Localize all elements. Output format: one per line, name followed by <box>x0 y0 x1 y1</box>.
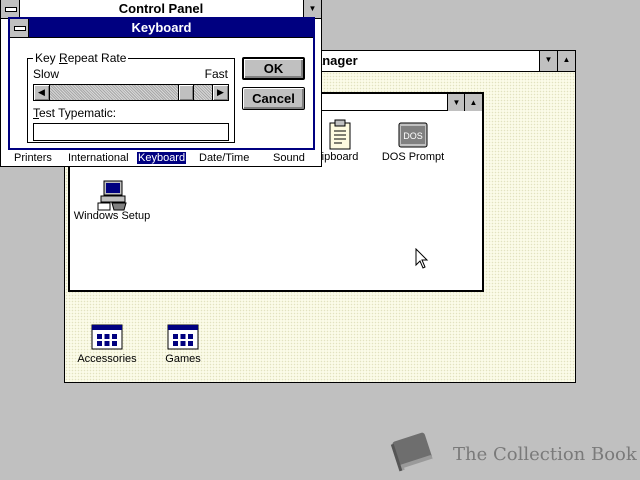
watermark-text: The Collection Book <box>453 444 637 465</box>
program-group-icon <box>167 324 199 350</box>
group-icon-accessories[interactable]: Accessories <box>75 324 139 365</box>
control-panel-icon-row: Printers International Keyboard Date/Tim… <box>1 151 323 167</box>
cp-icon-sound[interactable]: Sound <box>273 152 305 164</box>
keyboard-dialog-title: Keyboard <box>131 20 192 35</box>
ok-button-label: OK <box>263 61 284 76</box>
program-icon-windows-setup[interactable]: Windows Setup <box>72 179 152 222</box>
test-typematic-input[interactable] <box>33 123 229 141</box>
cp-icon-keyboard[interactable]: Keyboard <box>137 152 187 164</box>
main-group-minimize-button[interactable]: ▼ <box>447 94 465 111</box>
program-manager-maximize-button[interactable]: ▲ <box>557 51 575 71</box>
svg-text:DOS: DOS <box>403 131 423 141</box>
mouse-pointer-icon <box>415 248 429 269</box>
key-repeat-label-part: Key <box>35 51 60 65</box>
program-icon-dos-prompt[interactable]: DOS DOS Prompt <box>378 119 448 163</box>
left-arrow-icon: ◀ <box>38 87 45 97</box>
scroll-right-button[interactable]: ▶ <box>212 84 229 101</box>
key-repeat-rate-group: Key Repeat Rate Slow Fast ◀ ▶ Test Typem… <box>27 51 235 143</box>
dos-prompt-icon: DOS <box>398 122 428 148</box>
cancel-button-label: Cancel <box>252 91 295 106</box>
test-typematic-label: Test Typematic: <box>33 106 116 120</box>
program-group-icon <box>91 324 123 350</box>
group-label-games: Games <box>165 353 201 365</box>
key-repeat-label-mnemonic: R <box>59 51 68 65</box>
windows-setup-icon <box>97 180 127 211</box>
group-icon-games[interactable]: Games <box>151 324 215 365</box>
cp-icon-printers[interactable]: Printers <box>14 152 52 164</box>
slow-label: Slow <box>33 67 60 81</box>
control-panel-minimize-button[interactable]: ▼ <box>303 0 321 18</box>
key-repeat-label-rest: epeat Rate <box>67 51 127 65</box>
control-panel-title: Control Panel <box>118 1 204 16</box>
keyboard-dialog: Keyboard Key Repeat Rate Slow Fast ◀ ▶ T… <box>8 17 315 150</box>
program-label-dos-prompt: DOS Prompt <box>381 151 445 163</box>
book-logo-icon <box>390 432 434 472</box>
clipboard-icon <box>329 119 351 150</box>
right-arrow-icon: ▶ <box>217 87 224 97</box>
group-label-accessories: Accessories <box>77 353 137 365</box>
keyboard-dialog-system-menu-button[interactable] <box>10 19 29 37</box>
repeat-rate-scrollbar[interactable]: ◀ ▶ <box>33 84 229 101</box>
program-label-windows-setup: Windows Setup <box>73 210 151 222</box>
keyboard-dialog-titlebar[interactable]: Keyboard <box>10 19 313 38</box>
cp-icon-international[interactable]: International <box>68 152 129 164</box>
scroll-left-button[interactable]: ◀ <box>33 84 50 101</box>
ok-button[interactable]: OK <box>242 57 305 80</box>
fast-label: Fast <box>204 67 228 81</box>
watermark: The Collection Book <box>388 430 637 476</box>
key-repeat-rate-label: Key Repeat Rate <box>33 51 129 65</box>
cp-icon-date-time[interactable]: Date/Time <box>199 152 249 164</box>
scroll-track[interactable] <box>50 84 212 101</box>
program-manager-minimize-button[interactable]: ▼ <box>539 51 557 71</box>
main-group-maximize-button[interactable]: ▲ <box>464 94 482 111</box>
control-panel-system-menu-button[interactable] <box>1 0 20 18</box>
test-typematic-label-rest: est Typematic: <box>39 106 117 120</box>
cancel-button[interactable]: Cancel <box>242 87 305 110</box>
scroll-thumb[interactable] <box>178 84 194 101</box>
